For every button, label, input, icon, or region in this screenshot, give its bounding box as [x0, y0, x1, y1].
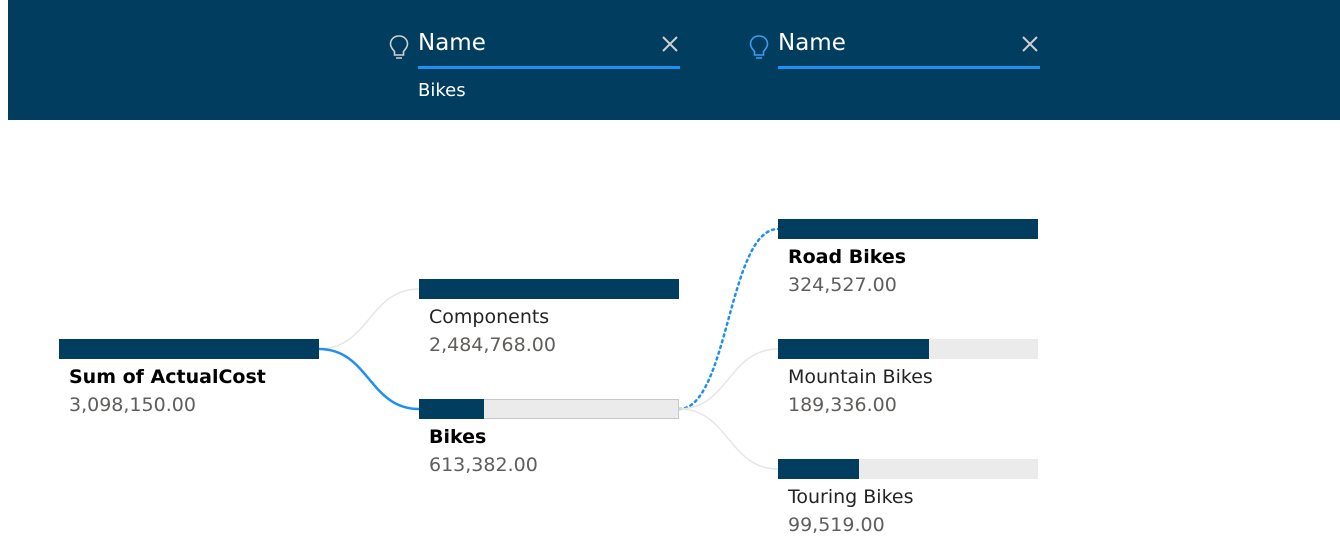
node-value: 3,098,150.00 [69, 394, 196, 416]
node-value: 613,382.00 [429, 454, 538, 476]
node-label: Components [429, 306, 550, 328]
node-bar-track[interactable] [778, 339, 1038, 359]
node-value: 324,527.00 [788, 274, 897, 296]
node-bar-track[interactable] [778, 459, 1038, 479]
node-bar-fill [778, 339, 929, 359]
node-value: 2,484,768.00 [429, 334, 556, 356]
node-label: Touring Bikes [788, 486, 914, 508]
node-bar-track[interactable] [419, 399, 679, 419]
node-bar-track[interactable] [419, 279, 679, 299]
inactive-link [678, 348, 779, 410]
inactive-link [318, 288, 420, 350]
node-label: Mountain Bikes [788, 366, 933, 388]
node-label: Bikes [429, 426, 487, 448]
node-label: Sum of ActualCost [69, 366, 266, 388]
active-link [318, 347, 420, 411]
node-bar-track[interactable] [59, 339, 319, 359]
node-bar-fill [778, 219, 1038, 239]
node-value: 99,519.00 [788, 514, 885, 536]
node-bar-fill [419, 399, 484, 419]
highlight-link [677, 227, 780, 411]
inactive-link [678, 408, 779, 470]
node-bar-fill [59, 339, 319, 359]
node-bar-track[interactable] [778, 219, 1038, 239]
node-label: Road Bikes [788, 246, 907, 268]
node-bar-fill [419, 279, 679, 299]
node-value: 189,336.00 [788, 394, 897, 416]
tree-links [318, 227, 780, 470]
node-bar-fill [778, 459, 859, 479]
